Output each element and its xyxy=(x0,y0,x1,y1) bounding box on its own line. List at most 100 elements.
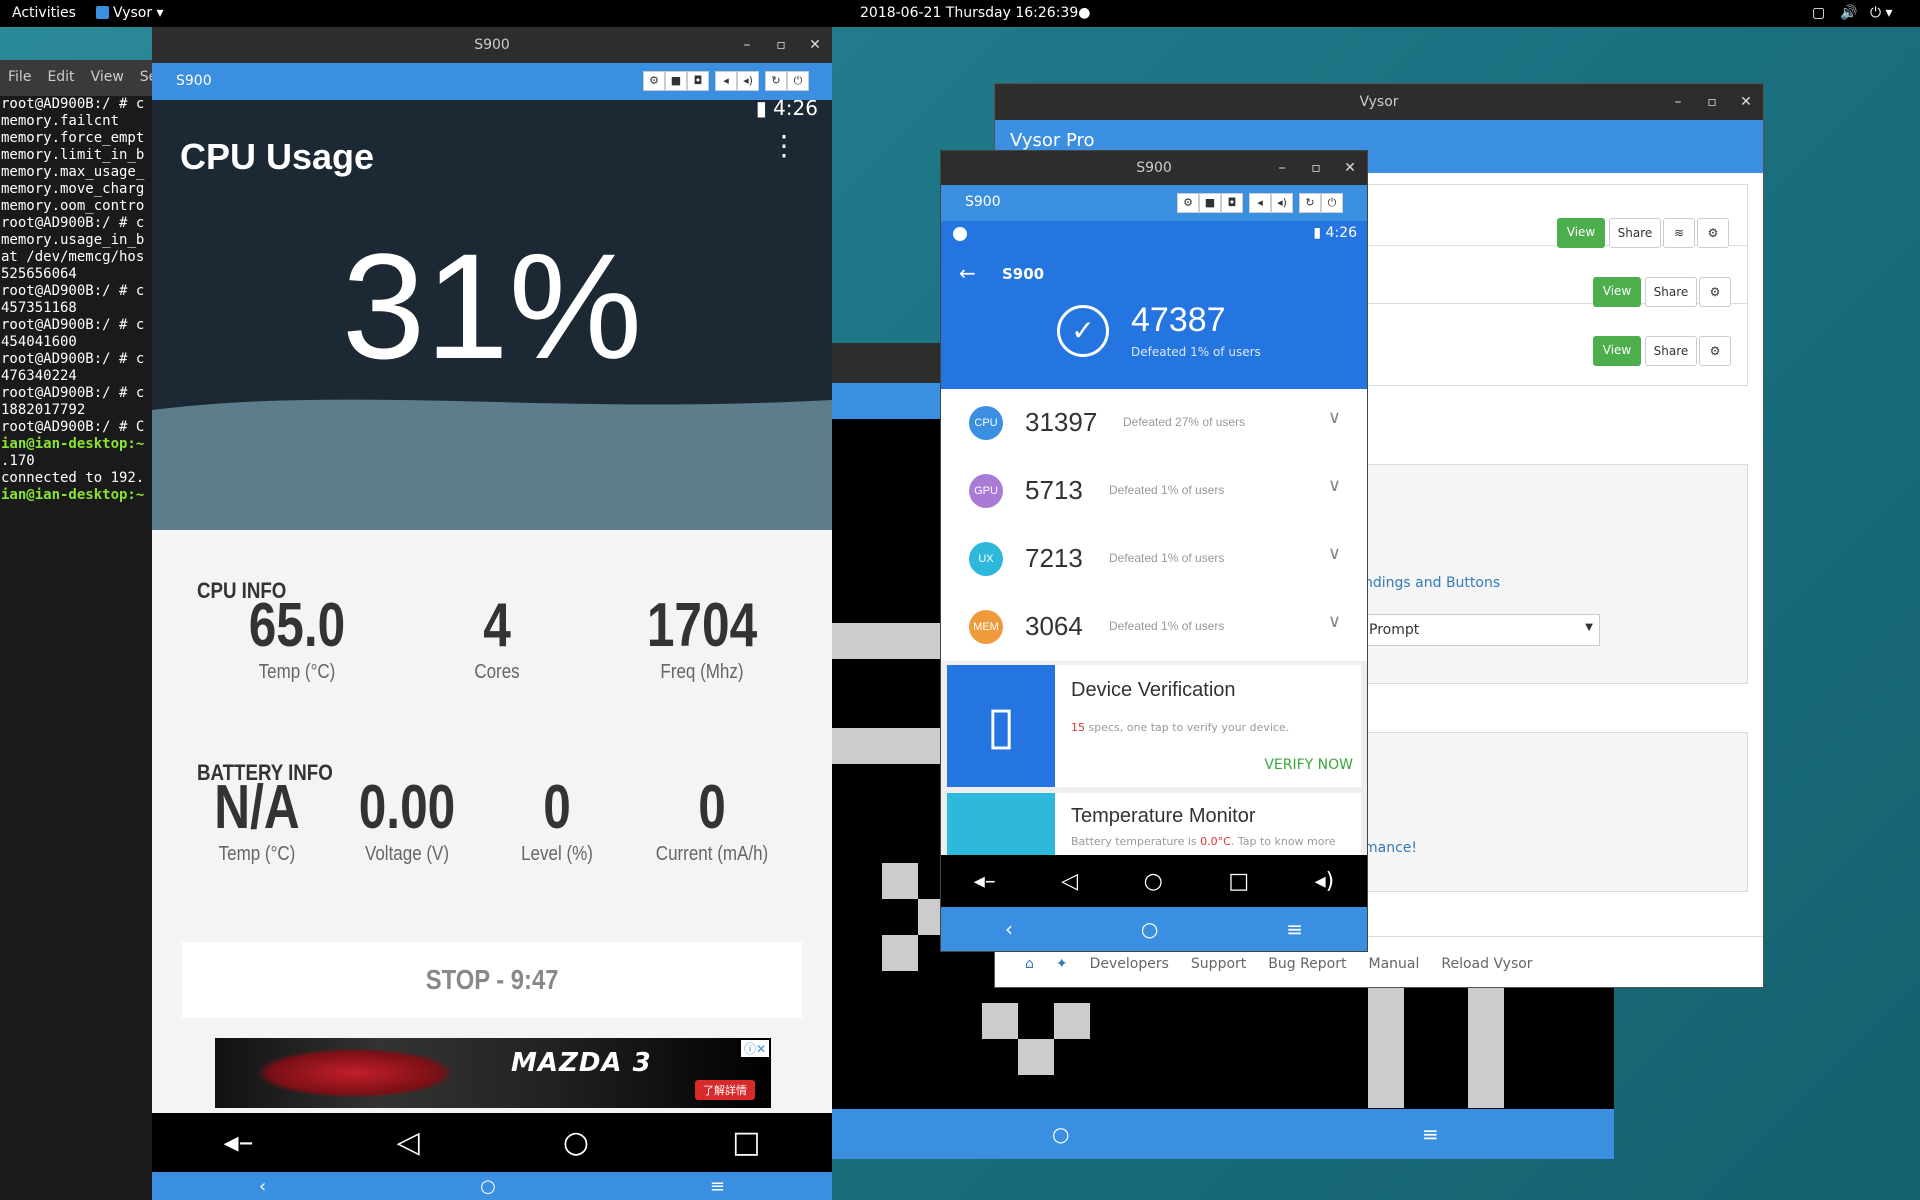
minimize-icon[interactable]: – xyxy=(730,27,764,63)
power-button-icon[interactable]: ⏻ xyxy=(1321,193,1343,213)
power-button-icon[interactable]: ⏻ xyxy=(787,71,809,91)
vysor-header-label: Vysor Pro xyxy=(1010,130,1095,151)
vysor-navbar: ‹ ○ ≡ xyxy=(152,1172,832,1200)
chevron-down-icon[interactable]: ∨ xyxy=(1328,611,1341,632)
score-row[interactable]: UX 7213 Defeated 1% of users ∨ xyxy=(941,525,1367,593)
home-nav-icon[interactable]: ○ xyxy=(1144,869,1163,894)
maximize-icon[interactable]: ▫ xyxy=(1299,151,1333,185)
stat-label: Cores xyxy=(474,661,520,683)
vysor-titlebar[interactable]: Vysor – ▫ ✕ xyxy=(995,84,1763,120)
terminal-line: memory.oom_contro xyxy=(1,198,145,214)
view-button[interactable]: View xyxy=(1557,218,1605,248)
window-icon[interactable]: ▢ xyxy=(1812,5,1825,21)
home-icon[interactable]: ○ xyxy=(1141,917,1158,941)
app-menu[interactable]: Vysor ▾ xyxy=(96,5,164,21)
activities-button[interactable]: Activities xyxy=(12,5,76,21)
more-options-icon[interactable]: ⋮ xyxy=(770,132,798,160)
camera-icon[interactable]: ◘ xyxy=(1221,193,1243,213)
menu-view[interactable]: View xyxy=(91,69,124,96)
home-nav-icon[interactable]: ○ xyxy=(563,1125,589,1160)
back-nav-icon[interactable]: ◁ xyxy=(1061,869,1078,894)
gear-icon[interactable]: ⚙ xyxy=(1697,218,1729,248)
rotate-icon[interactable]: ↻ xyxy=(765,71,787,91)
settings-tool-icon[interactable]: ⚙ xyxy=(643,71,665,91)
menu-icon[interactable]: ≡ xyxy=(710,1176,725,1197)
minimize-icon[interactable]: – xyxy=(1661,84,1695,120)
home-icon[interactable]: ○ xyxy=(480,1176,496,1197)
menu-icon[interactable]: ≡ xyxy=(1286,917,1303,941)
record-icon[interactable]: ■ xyxy=(665,71,687,91)
settings-tool-icon[interactable]: ⚙ xyxy=(1177,193,1199,213)
volume-down-icon[interactable]: ◂ xyxy=(715,71,737,91)
volume-up-icon[interactable]: ◂) xyxy=(1271,193,1293,213)
power-icon[interactable]: ⏻ ▾ xyxy=(1870,5,1893,21)
volume-icon[interactable]: 🔊 xyxy=(1840,5,1857,21)
ad-cta[interactable]: 了解詳情 xyxy=(695,1080,755,1100)
volume-down-icon[interactable]: ◂ xyxy=(1249,193,1271,213)
recents-nav-icon[interactable]: □ xyxy=(732,1125,760,1160)
record-icon[interactable]: ■ xyxy=(1199,193,1221,213)
temperature-monitor-card[interactable]: Temperature Monitor Battery temperature … xyxy=(947,793,1361,855)
back-icon[interactable]: ‹ xyxy=(1005,917,1013,941)
stop-button[interactable]: STOP - 9:47 xyxy=(182,942,802,1018)
volume-nav-icon[interactable]: ◂) xyxy=(1315,869,1335,894)
performance-link[interactable]: mance! xyxy=(1364,840,1417,856)
gear-icon[interactable]: ⚙ xyxy=(1699,336,1731,366)
wifi-icon[interactable]: ≋ xyxy=(1663,218,1695,248)
support-link[interactable]: Support xyxy=(1191,956,1246,972)
camera-icon[interactable]: ◘ xyxy=(687,71,709,91)
recents-nav-icon[interactable]: □ xyxy=(1228,869,1249,894)
share-button[interactable]: Share xyxy=(1645,277,1697,307)
menu-file[interactable]: File xyxy=(8,69,31,96)
share-button[interactable]: Share xyxy=(1609,218,1661,248)
back-arrow-icon[interactable]: ← xyxy=(959,261,976,285)
clock[interactable]: 2018-06-21 Thursday 16:26:39● xyxy=(860,5,1090,21)
home-icon[interactable]: ⌂ xyxy=(1025,956,1034,972)
volume-up-icon[interactable]: ◂) xyxy=(737,71,759,91)
close-icon[interactable]: ✕ xyxy=(798,27,832,63)
back-icon[interactable]: ‹ xyxy=(259,1176,266,1197)
cpu-usage-header: ▮ 4:26 CPU Usage ⋮ 31% xyxy=(152,100,832,530)
share-button[interactable]: Share xyxy=(1645,336,1697,366)
close-icon[interactable]: ✕ xyxy=(1333,151,1367,185)
score-row[interactable]: GPU 5713 Defeated 1% of users ∨ xyxy=(941,457,1367,525)
vysor-footer: ⌂ ✦ Developers Support Bug Report Manual… xyxy=(1025,956,1533,972)
ad-banner[interactable]: MAZDA 3 了解詳情 ⓘ✕ xyxy=(215,1038,771,1108)
menu-edit[interactable]: Edit xyxy=(47,69,74,96)
maximize-icon[interactable]: ▫ xyxy=(764,27,798,63)
maximize-icon[interactable]: ▫ xyxy=(1695,84,1729,120)
volume-down-nav-icon[interactable]: ◂– xyxy=(224,1125,254,1160)
terminal-line: memory.failcnt xyxy=(1,113,120,129)
twitter-icon[interactable]: ✦ xyxy=(1056,956,1068,972)
terminal-window: File Edit View Se root@AD900B:/ # c memor… xyxy=(0,60,160,1200)
gear-icon[interactable]: ⚙ xyxy=(1699,277,1731,307)
bindings-link[interactable]: ndings and Buttons xyxy=(1364,575,1500,591)
close-icon[interactable]: ✕ xyxy=(1729,84,1763,120)
reload-vysor-link[interactable]: Reload Vysor xyxy=(1441,956,1532,972)
score-row[interactable]: CPU 31397 Defeated 27% of users ∨ xyxy=(941,389,1367,457)
bug-report-link[interactable]: Bug Report xyxy=(1268,956,1346,972)
view-button[interactable]: View xyxy=(1593,277,1641,307)
chevron-down-icon[interactable]: ∨ xyxy=(1328,407,1341,428)
win1-titlebar[interactable]: S900 – ▫ ✕ xyxy=(152,27,832,63)
wave-graphic xyxy=(152,399,832,530)
view-button[interactable]: View xyxy=(1593,336,1641,366)
rotate-icon[interactable]: ↻ xyxy=(1299,193,1321,213)
chevron-down-icon[interactable]: ∨ xyxy=(1328,543,1341,564)
volume-down-nav-icon[interactable]: ◂– xyxy=(974,869,996,894)
minimize-icon[interactable]: – xyxy=(1265,151,1299,185)
win2-titlebar[interactable]: S900 – ▫ ✕ xyxy=(941,151,1367,185)
terminal-line: root@AD900B:/ # c xyxy=(1,283,145,299)
chevron-down-icon[interactable]: ∨ xyxy=(1328,475,1341,496)
manual-link[interactable]: Manual xyxy=(1369,956,1420,972)
menu-nav-icon[interactable]: ≡ xyxy=(1422,1122,1439,1146)
device-verification-card[interactable]: ▯ Device Verification 15 specs, one tap … xyxy=(947,665,1361,787)
prompt-select[interactable]: Prompt ▼ xyxy=(1364,614,1600,646)
terminal-output[interactable]: root@AD900B:/ # c memory.failcnt memory.fo… xyxy=(0,96,160,504)
home-nav-icon[interactable]: ○ xyxy=(1052,1122,1069,1146)
verify-now-button[interactable]: VERIFY NOW xyxy=(1264,757,1353,773)
developers-link[interactable]: Developers xyxy=(1090,956,1169,972)
back-nav-icon[interactable]: ◁ xyxy=(397,1125,420,1160)
score-row[interactable]: MEM 3064 Defeated 1% of users ∨ xyxy=(941,593,1367,661)
ad-close-icon[interactable]: ⓘ✕ xyxy=(740,1040,769,1057)
